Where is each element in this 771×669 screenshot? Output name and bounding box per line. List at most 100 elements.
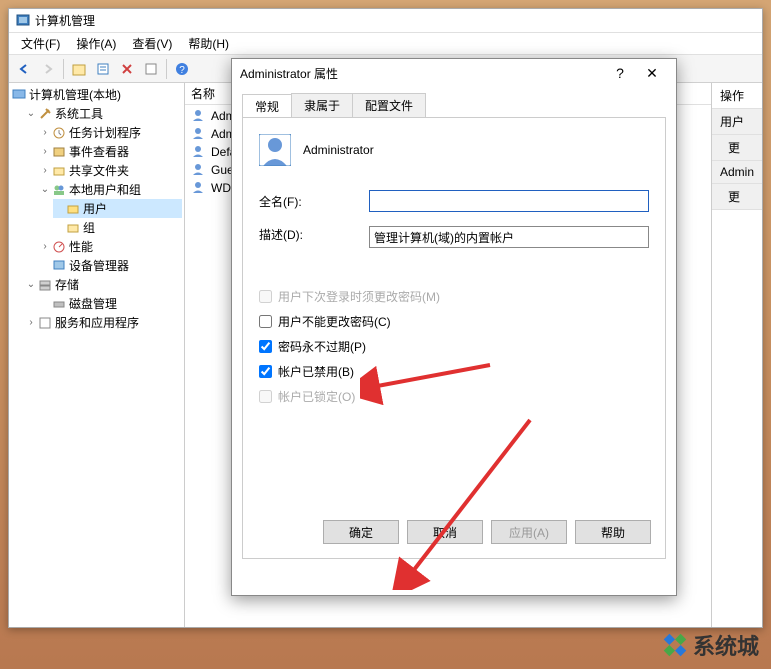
- expand-icon[interactable]: ›: [39, 127, 51, 138]
- tree-label: 服务和应用程序: [55, 314, 139, 331]
- mustchange-row: 用户下次登录时须更改密码(M): [259, 288, 649, 305]
- menu-view[interactable]: 查看(V): [124, 33, 180, 54]
- refresh-button[interactable]: [140, 58, 162, 80]
- neverexpire-row[interactable]: 密码永不过期(P): [259, 338, 649, 355]
- tree-localusers[interactable]: ⌄ 本地用户和组: [39, 180, 182, 199]
- desc-input[interactable]: [369, 226, 649, 248]
- tree-users[interactable]: 用户: [53, 199, 182, 218]
- users-icon: [51, 182, 67, 198]
- fullname-input[interactable]: [369, 190, 649, 212]
- tree-label: 本地用户和组: [69, 181, 141, 198]
- tab-profile[interactable]: 配置文件: [352, 93, 426, 117]
- disabled-checkbox[interactable]: [259, 365, 272, 378]
- user-header: Administrator: [259, 134, 649, 166]
- disabled-row[interactable]: 帐户已禁用(B): [259, 363, 649, 380]
- user-icon: [191, 162, 207, 178]
- collapse-icon[interactable]: ⌄: [25, 279, 37, 290]
- tab-general[interactable]: 常规: [242, 94, 292, 118]
- cancel-button[interactable]: 取消: [407, 520, 483, 544]
- collapse-icon[interactable]: ⌄: [39, 184, 51, 195]
- tree-label: 共享文件夹: [69, 162, 129, 179]
- tree-groups[interactable]: 组: [53, 218, 182, 237]
- expand-icon[interactable]: ›: [39, 165, 51, 176]
- user-avatar-icon: [259, 134, 291, 166]
- menu-help[interactable]: 帮助(H): [180, 33, 237, 54]
- cannotchange-checkbox[interactable]: [259, 315, 272, 328]
- tree-label: 系统工具: [55, 105, 103, 122]
- desc-label: 描述(D):: [259, 226, 369, 243]
- folder-icon: [65, 220, 81, 236]
- separator: [166, 59, 167, 79]
- disk-icon: [51, 296, 67, 312]
- computer-icon: [11, 87, 27, 103]
- dialog-body: 常规 隶属于 配置文件 Administrator 全名(F): 描述(D):: [232, 87, 676, 565]
- mustchange-label: 用户下次登录时须更改密码(M): [278, 288, 440, 305]
- titlebar: 计算机管理: [9, 9, 762, 33]
- tree-tasksched[interactable]: › 任务计划程序: [39, 123, 182, 142]
- menu-file[interactable]: 文件(F): [13, 33, 68, 54]
- window-title: 计算机管理: [35, 12, 95, 29]
- actions-header: 操作: [712, 83, 762, 109]
- cannotchange-label: 用户不能更改密码(C): [278, 313, 391, 330]
- tree-diskmgmt[interactable]: 磁盘管理: [39, 294, 182, 313]
- tools-icon: [37, 106, 53, 122]
- user-icon: [191, 144, 207, 160]
- tab-content: Administrator 全名(F): 描述(D): 用户下次登录时须更改密码…: [242, 117, 666, 559]
- neverexpire-checkbox[interactable]: [259, 340, 272, 353]
- tree-label: 任务计划程序: [69, 124, 141, 141]
- user-icon: [191, 108, 207, 124]
- locked-checkbox: [259, 390, 272, 403]
- expand-icon[interactable]: ›: [39, 241, 51, 252]
- props-button[interactable]: [92, 58, 114, 80]
- help-button[interactable]: 帮助: [575, 520, 651, 544]
- tree-eventviewer[interactable]: › 事件查看器: [39, 142, 182, 161]
- dialog-titlebar[interactable]: Administrator 属性 ? ✕: [232, 59, 676, 87]
- properties-dialog: Administrator 属性 ? ✕ 常规 隶属于 配置文件 Adminis…: [231, 58, 677, 596]
- tree-systools[interactable]: ⌄ 系统工具: [25, 104, 182, 123]
- back-button[interactable]: [13, 58, 35, 80]
- dialog-buttons: 确定 取消 应用(A) 帮助: [323, 520, 651, 544]
- menubar: 文件(F) 操作(A) 查看(V) 帮助(H): [9, 33, 762, 55]
- actions-more[interactable]: 更: [712, 184, 762, 210]
- actions-user[interactable]: 用户: [712, 109, 762, 135]
- services-icon: [37, 315, 53, 331]
- tree-root[interactable]: 计算机管理(本地): [11, 85, 182, 104]
- dialog-help-button[interactable]: ?: [604, 61, 636, 85]
- menu-action[interactable]: 操作(A): [68, 33, 124, 54]
- watermark-text: 系统城: [693, 629, 759, 661]
- folder-icon: [65, 201, 81, 217]
- delete-button[interactable]: [116, 58, 138, 80]
- tree-shared[interactable]: › 共享文件夹: [39, 161, 182, 180]
- app-icon: [15, 13, 31, 29]
- cannotchange-row[interactable]: 用户不能更改密码(C): [259, 313, 649, 330]
- apply-button[interactable]: 应用(A): [491, 520, 567, 544]
- user-name: Administrator: [303, 143, 374, 157]
- storage-icon: [37, 277, 53, 293]
- ok-button[interactable]: 确定: [323, 520, 399, 544]
- collapse-icon[interactable]: ⌄: [25, 108, 37, 119]
- tree-label: 存储: [55, 276, 79, 293]
- fullname-label: 全名(F):: [259, 193, 369, 210]
- forward-button[interactable]: [37, 58, 59, 80]
- locked-row: 帐户已锁定(O): [259, 388, 649, 405]
- actions-more[interactable]: 更: [712, 135, 762, 161]
- tree-services[interactable]: › 服务和应用程序: [25, 313, 182, 332]
- tree-perf[interactable]: › 性能: [39, 237, 182, 256]
- help-button[interactable]: ?: [171, 58, 193, 80]
- expand-icon[interactable]: ›: [39, 146, 51, 157]
- tree-label: 用户: [83, 200, 107, 217]
- tree-label: 性能: [69, 238, 93, 255]
- actions-admin[interactable]: Admin: [712, 161, 762, 184]
- expand-icon[interactable]: ›: [25, 317, 37, 328]
- tab-memberof[interactable]: 隶属于: [291, 93, 353, 117]
- separator: [63, 59, 64, 79]
- event-icon: [51, 144, 67, 160]
- up-button[interactable]: [68, 58, 90, 80]
- tree-pane[interactable]: 计算机管理(本地) ⌄ 系统工具 › 任务计划程序 ›: [9, 83, 185, 627]
- tree-storage[interactable]: ⌄ 存储: [25, 275, 182, 294]
- folder-icon: [51, 163, 67, 179]
- tabs: 常规 隶属于 配置文件: [242, 93, 666, 117]
- tree-label: 磁盘管理: [69, 295, 117, 312]
- close-icon[interactable]: ✕: [636, 61, 668, 85]
- tree-devmgr[interactable]: 设备管理器: [39, 256, 182, 275]
